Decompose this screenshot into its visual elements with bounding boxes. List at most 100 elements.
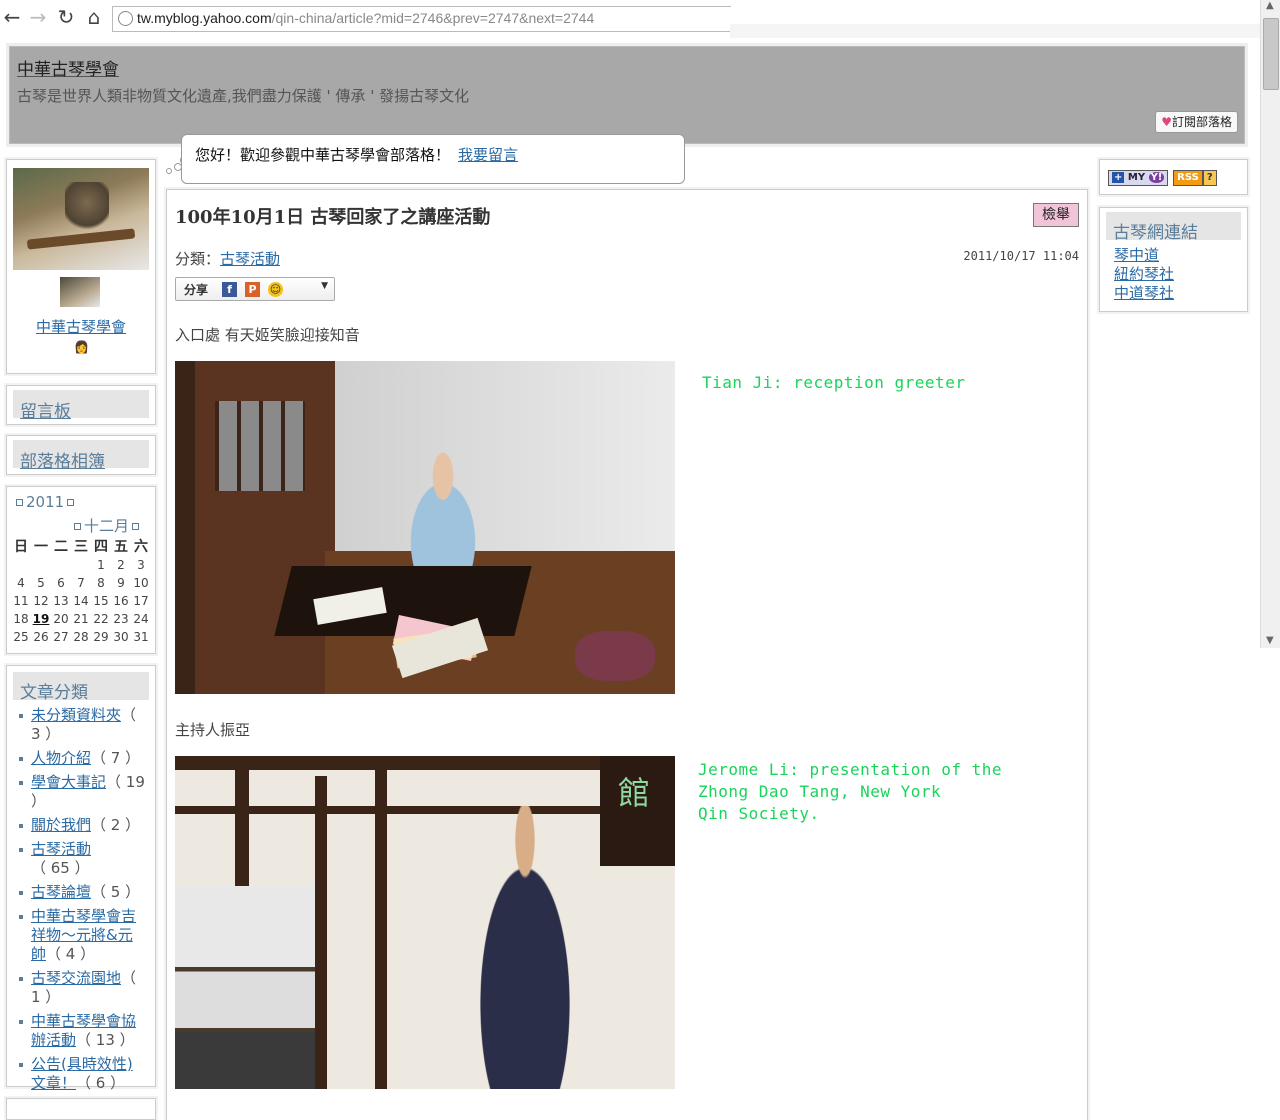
- guestbook-link[interactable]: 留言板: [13, 390, 149, 422]
- calendar-day[interactable]: 2: [111, 556, 131, 574]
- blog-title[interactable]: 中華古琴學會: [17, 55, 119, 80]
- profile-photo[interactable]: [13, 168, 149, 270]
- photo-reception-greeter[interactable]: [175, 361, 675, 694]
- category-item: 古琴論壇（ 5 ）: [17, 883, 145, 902]
- caption-greeter: Tian Ji: reception greeter: [702, 373, 966, 392]
- bubble-tail-dot: [166, 168, 172, 174]
- calendar-day[interactable]: 15: [91, 592, 111, 610]
- category-link[interactable]: 未分類資料夾: [31, 706, 121, 724]
- calendar-day[interactable]: 3: [131, 556, 151, 574]
- calendar-day[interactable]: 24: [131, 610, 151, 628]
- back-arrow-icon[interactable]: ←: [2, 6, 22, 28]
- category-count: （ 2 ）: [91, 816, 141, 834]
- subscribe-button[interactable]: ♥訂閱部落格: [1155, 111, 1238, 133]
- calendar-week-row: 25 26 27 28 29 30 31: [11, 628, 151, 646]
- category-link[interactable]: 古琴論壇: [31, 883, 91, 901]
- help-button[interactable]: ?: [1202, 169, 1217, 186]
- prev-year-icon[interactable]: [16, 499, 23, 506]
- calendar-day[interactable]: 13: [51, 592, 71, 610]
- calendar-day[interactable]: 17: [131, 592, 151, 610]
- facebook-icon[interactable]: f: [222, 282, 237, 297]
- weekday-label: 二: [54, 539, 68, 555]
- calendar-day[interactable]: 26: [31, 628, 51, 646]
- add-my-yahoo-button[interactable]: + MY Y!: [1108, 169, 1169, 186]
- weekday-label: 三: [74, 539, 88, 555]
- calendar-day[interactable]: 10: [131, 574, 151, 592]
- toolbar-strip: [730, 24, 1260, 38]
- calendar-day[interactable]: 1: [91, 556, 111, 574]
- calendar-day[interactable]: 5: [31, 574, 51, 592]
- calendar-day[interactable]: 25: [11, 628, 31, 646]
- external-link[interactable]: 紐約琴社: [1114, 265, 1174, 284]
- category-link[interactable]: 人物介紹: [31, 749, 91, 767]
- blog-header: 中華古琴學會 古琴是世界人類非物質文化遺產,我們盡力保護 ' 傳承 ' 發揚古琴…: [9, 46, 1245, 144]
- calendar-week-row: 123: [11, 556, 151, 574]
- calendar-day[interactable]: 6: [51, 574, 71, 592]
- home-icon[interactable]: ⌂: [84, 6, 104, 28]
- calendar-day[interactable]: 31: [131, 628, 151, 646]
- external-link[interactable]: 中道琴社: [1114, 284, 1174, 303]
- leave-message-link[interactable]: 我要留言: [458, 146, 518, 164]
- avatar[interactable]: [60, 277, 100, 307]
- category-link[interactable]: 古琴活動: [31, 840, 91, 858]
- calendar-day[interactable]: 12: [31, 592, 51, 610]
- calendar-month: 十二月: [71, 515, 142, 536]
- category-link[interactable]: 學會大事記: [31, 773, 106, 791]
- report-button[interactable]: 檢舉: [1033, 203, 1079, 227]
- scroll-thumb[interactable]: [1263, 18, 1279, 90]
- next-month-icon[interactable]: [132, 523, 140, 530]
- category-count: （ 4 ）: [46, 945, 96, 963]
- calendar-day[interactable]: 14: [71, 592, 91, 610]
- scroll-down-arrow-icon[interactable]: ▼: [1266, 635, 1274, 646]
- external-link[interactable]: 琴中道: [1114, 246, 1174, 265]
- smiley-icon[interactable]: ☺: [268, 282, 283, 297]
- article-date: 2011/10/17 11:04: [963, 249, 1079, 263]
- photo-host-presentation[interactable]: 館: [175, 756, 675, 1089]
- share-button[interactable]: 分享 f P ☺ ▼: [175, 277, 335, 301]
- prev-month-icon[interactable]: [74, 523, 81, 530]
- calendar-day[interactable]: 16: [111, 592, 131, 610]
- calendar-day[interactable]: 20: [51, 610, 71, 628]
- calendar-day[interactable]: 7: [71, 574, 91, 592]
- album-link[interactable]: 部落格相簿: [13, 440, 149, 472]
- calendar-day[interactable]: 23: [111, 610, 131, 628]
- links-panel: 古琴網連結 琴中道 紐約琴社 中道琴社: [1099, 207, 1248, 312]
- calendar-day[interactable]: 18: [11, 610, 31, 628]
- category-item: 古琴活動（ 65 ）: [17, 840, 145, 878]
- plurk-icon[interactable]: P: [245, 282, 260, 297]
- chevron-down-icon[interactable]: ▼: [321, 281, 328, 291]
- reload-icon[interactable]: ↻: [56, 6, 76, 28]
- category-item: 關於我們（ 2 ）: [17, 816, 145, 835]
- next-year-icon[interactable]: [67, 499, 75, 506]
- calendar-day[interactable]: 30: [111, 628, 131, 646]
- profile-name[interactable]: 中華古琴學會: [7, 316, 155, 337]
- article-panel: 100年10月1日 古琴回家了之講座活動 檢舉 分類：古琴活動 2011/10/…: [166, 189, 1088, 1120]
- blog-description: 古琴是世界人類非物質文化遺產,我們盡力保護 ' 傳承 ' 發揚古琴文化: [17, 87, 470, 105]
- page-scrollbar[interactable]: ▲ ▼: [1260, 0, 1280, 648]
- categories-title: 文章分類: [13, 672, 149, 703]
- calendar-day[interactable]: 28: [71, 628, 91, 646]
- category-link[interactable]: 關於我們: [31, 816, 91, 834]
- calendar-day[interactable]: 9: [111, 574, 131, 592]
- category-count: （ 7 ）: [91, 749, 141, 767]
- calendar-day[interactable]: 4: [11, 574, 31, 592]
- category-link[interactable]: 古琴活動: [220, 250, 280, 268]
- calendar-grid: 日一二三四五六 1 2 3 4 5 6 7 8 9 10 11 12 13 14 15 16 17 18 19 20 21…: [11, 536, 151, 646]
- category-count: （ 6 ）: [76, 1074, 126, 1092]
- calendar-day[interactable]: 22: [91, 610, 111, 628]
- address-bar[interactable]: tw.myblog.yahoo.com/qin-china/article?mi…: [112, 6, 731, 32]
- category-item: 中華古琴學會協辦活動（ 13 ）: [17, 1012, 145, 1050]
- calendar-day[interactable]: 21: [71, 610, 91, 628]
- calendar-day[interactable]: 27: [51, 628, 71, 646]
- weekday-label: 一: [34, 539, 48, 555]
- calendar-day[interactable]: 19: [31, 610, 51, 628]
- scroll-up-arrow-icon[interactable]: ▲: [1266, 0, 1274, 11]
- calendar-day[interactable]: 29: [91, 628, 111, 646]
- calendar-day[interactable]: 8: [91, 574, 111, 592]
- calendar-day[interactable]: 11: [11, 592, 31, 610]
- category-link[interactable]: 古琴交流園地: [31, 969, 121, 987]
- rss-button[interactable]: RSS: [1173, 169, 1203, 186]
- calendar-panel: 2011 十二月 日一二三四五六 1 2 3 4 5 6 7 8 9 10 11 12 13 14 15 16 1…: [6, 486, 156, 654]
- forward-arrow-icon[interactable]: →: [28, 6, 48, 28]
- paragraph-host: 主持人振亞: [175, 721, 251, 739]
